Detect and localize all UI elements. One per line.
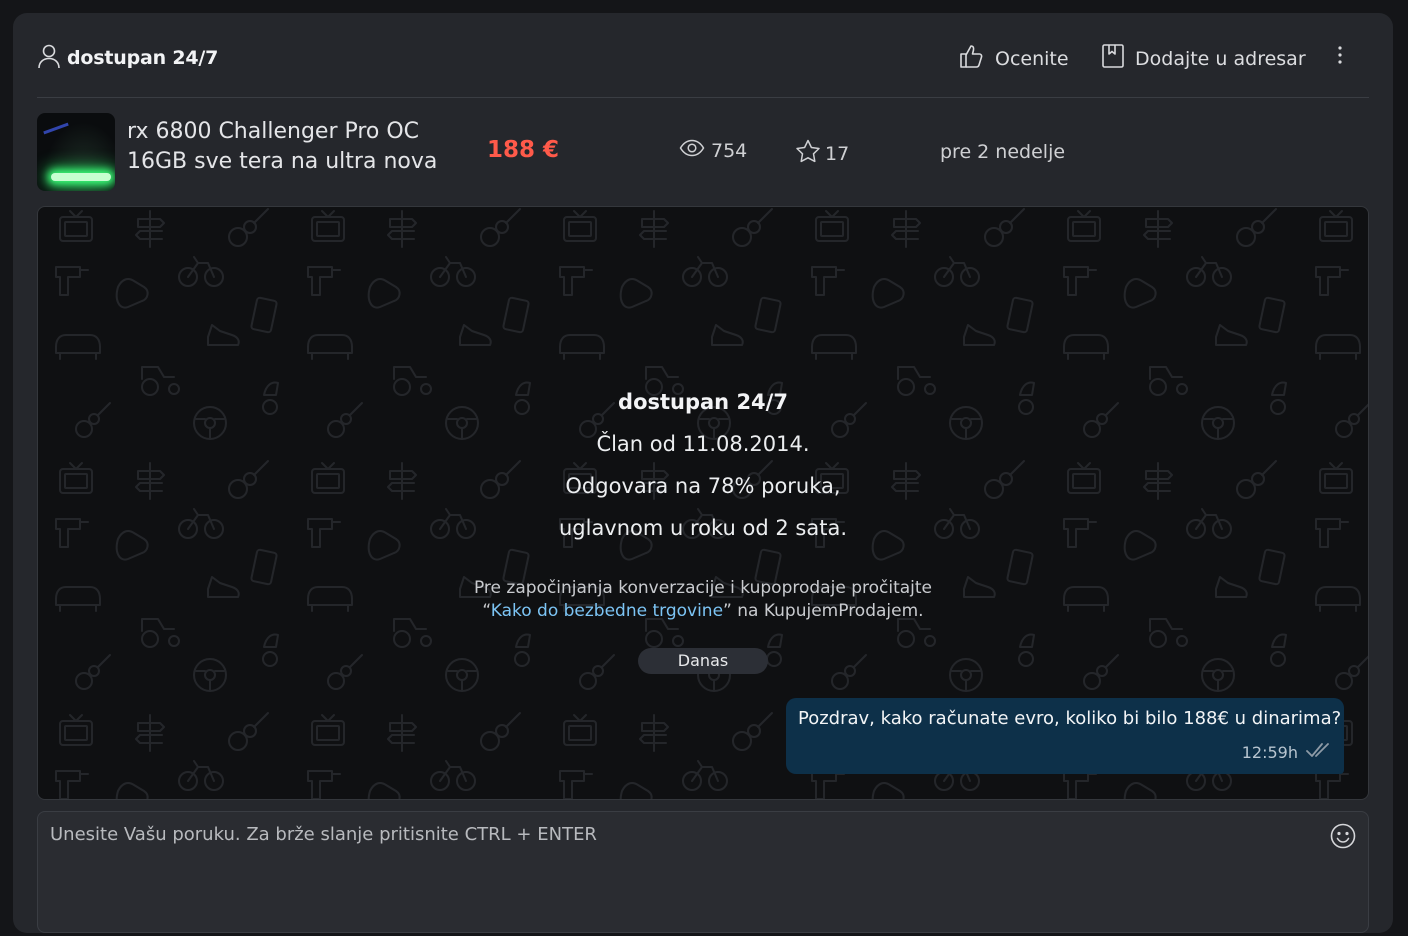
- add-to-address-book-button[interactable]: Dodajte u adresar: [1101, 43, 1306, 74]
- listing-summary[interactable]: rx 6800 Challenger Pro OC 16GB sve tera …: [37, 113, 1369, 191]
- safety-notice: Pre započinjanja konverzacije i kupoprod…: [38, 577, 1368, 623]
- safety-notice-prefix: Pre započinjanja konverzacije i kupoprod…: [473, 578, 932, 598]
- more-vertical-icon: [1337, 45, 1343, 70]
- thumbs-up-icon: [959, 43, 985, 74]
- intro-seller-name: dostupan 24/7: [618, 390, 788, 414]
- safety-quote-open: “: [482, 601, 491, 621]
- favorites-count: 17: [825, 142, 850, 165]
- more-options-button[interactable]: [1337, 45, 1343, 70]
- intro-response-time: uglavnom u roku od 2 sata.: [558, 516, 848, 540]
- conversation-header: dostupan 24/7 Ocenite Dodajte u adresar: [37, 37, 1369, 98]
- double-check-icon: [1306, 742, 1332, 762]
- safety-notice-suffix: ” na KupujemProdajem.: [723, 601, 924, 621]
- user-icon: [37, 43, 61, 73]
- intro-member-since: Član od 11.08.2014.: [596, 432, 810, 456]
- safe-trading-link[interactable]: Kako do bezbedne trgovine: [491, 601, 723, 621]
- listing-title-line2: 16GB sve tera na ultra nova: [127, 149, 438, 174]
- rate-button[interactable]: Ocenite: [959, 43, 1069, 74]
- star-icon: [795, 139, 821, 168]
- message-composer: [37, 811, 1369, 936]
- listing-favorites: 17: [795, 139, 849, 168]
- chat-area[interactable]: dostupan 24/7 Član od 11.08.2014. Odgova…: [37, 206, 1369, 800]
- outgoing-message[interactable]: Pozdrav, kako računate evro, koliko bi b…: [786, 698, 1344, 774]
- user-info[interactable]: dostupan 24/7: [37, 43, 218, 73]
- rate-label: Ocenite: [995, 47, 1069, 70]
- address-book-icon: [1101, 43, 1125, 74]
- message-input[interactable]: [38, 812, 1322, 936]
- smiley-icon[interactable]: [1330, 823, 1356, 853]
- listing-title-line1: rx 6800 Challenger Pro OC: [127, 119, 420, 144]
- listing-price: 188 €: [487, 137, 560, 163]
- listing-posted-time: pre 2 nedelje: [940, 141, 1066, 163]
- intro-response-rate: Odgovara na 78% poruka,: [565, 474, 841, 498]
- message-time: 12:59h: [1241, 742, 1298, 762]
- listing-views: 754: [679, 139, 747, 162]
- day-divider: Danas: [638, 648, 768, 674]
- listing-title[interactable]: rx 6800 Challenger Pro OC 16GB sve tera …: [127, 117, 447, 177]
- message-text: Pozdrav, kako računate evro, koliko bi b…: [798, 708, 1342, 729]
- address-book-label: Dodajte u adresar: [1135, 47, 1306, 70]
- message-meta: 12:59h: [1242, 742, 1332, 762]
- eye-icon: [679, 139, 705, 162]
- user-name[interactable]: dostupan 24/7: [67, 47, 218, 69]
- listing-thumbnail[interactable]: [37, 113, 115, 191]
- views-count: 754: [711, 139, 748, 162]
- seller-intro: dostupan 24/7 Član od 11.08.2014. Odgova…: [38, 381, 1368, 549]
- chat-panel: dostupan 24/7 Ocenite Dodajte u adresar: [13, 13, 1393, 936]
